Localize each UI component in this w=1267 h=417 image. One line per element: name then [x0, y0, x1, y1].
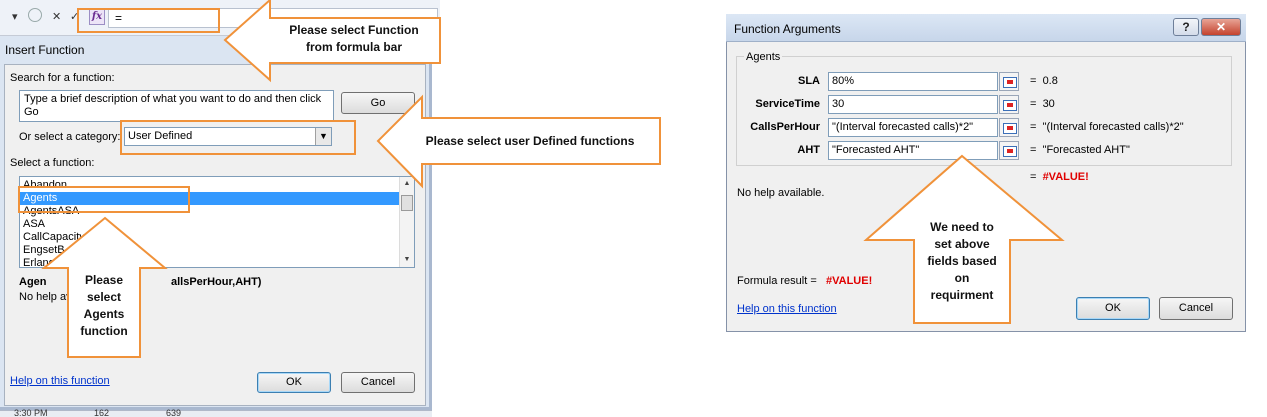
dialog-title: Function Arguments: [734, 22, 841, 36]
callout-line: requirment: [930, 288, 994, 302]
arg-result-value: 30: [1042, 98, 1055, 110]
callout-line: from formula bar: [305, 40, 402, 54]
arg-result-value: 0.8: [1042, 75, 1058, 87]
arg-result-callsperhour: = "(Interval forecasted calls)*2": [1030, 121, 1184, 133]
group-label: Agents: [744, 51, 783, 63]
scroll-down-icon[interactable]: ▼: [400, 253, 414, 267]
collapse-dialog-icon[interactable]: [999, 95, 1019, 114]
cancel-button[interactable]: Cancel: [341, 372, 415, 393]
arg-result-sla: = 0.8: [1030, 75, 1058, 87]
callout-line: fields based: [927, 254, 997, 268]
equals-sign: =: [1030, 75, 1037, 87]
signature-fragment-right: allsPerHour,AHT): [171, 276, 262, 288]
callout-line: on: [954, 271, 970, 285]
arg-result-aht: = "Forecasted AHT": [1030, 144, 1130, 156]
category-label: Or select a category:: [19, 131, 121, 143]
sheet-cell-b: 639: [166, 408, 182, 417]
sheet-cell-a: 162: [94, 408, 110, 417]
callout-line: Please select Function: [289, 23, 419, 37]
callout-line: Please: [84, 273, 124, 287]
arg-name-aht: AHT: [797, 144, 820, 156]
highlight-agents-item: [18, 186, 190, 213]
total-result-value: #VALUE!: [1042, 171, 1089, 183]
scroll-up-icon[interactable]: ▲: [400, 177, 414, 191]
callout-user-defined: Please select user Defined functions: [404, 133, 656, 150]
equals-sign: =: [1030, 171, 1037, 183]
ok-button[interactable]: OK: [257, 372, 331, 393]
callout-fields: We need to set above fields based on req…: [914, 219, 1010, 304]
arg-result-servicetime: = 30: [1030, 98, 1055, 110]
no-help-text: No help available.: [737, 187, 825, 199]
arg-result-value: "(Interval forecasted calls)*2": [1042, 121, 1184, 133]
go-button[interactable]: Go: [341, 92, 415, 114]
arg-input-aht[interactable]: "Forecasted AHT": [828, 141, 998, 160]
collapse-dialog-icon[interactable]: [999, 141, 1019, 160]
list-item[interactable]: ASA: [20, 218, 414, 231]
callout-line: set above: [934, 237, 990, 251]
callout-agents: Please select Agents function: [68, 272, 140, 340]
dialog-title: Insert Function: [5, 43, 85, 57]
scrollbar[interactable]: ▲ ▼: [399, 177, 414, 267]
equals-sign: =: [1030, 98, 1037, 110]
arg-result-value: "Forecasted AHT": [1042, 144, 1130, 156]
collapse-dialog-icon[interactable]: [999, 118, 1019, 137]
highlight-fx-input: [77, 8, 220, 33]
collapse-dialog-icon[interactable]: [999, 72, 1019, 91]
arg-input-servicetime[interactable]: 30: [828, 95, 998, 114]
callout-line: Please select user Defined functions: [425, 134, 635, 148]
help-text-fragment: No help av: [19, 291, 72, 303]
arg-name-callsperhour: CallsPerHour: [750, 121, 820, 133]
callout-line: We need to: [930, 220, 994, 234]
equals-sign: =: [1030, 144, 1037, 156]
sheet-cell-time: 3:30 PM: [14, 408, 48, 417]
arg-name-sla: SLA: [798, 75, 820, 87]
function-total-result: = #VALUE!: [1030, 171, 1089, 183]
callout-line: select: [86, 290, 122, 304]
list-item[interactable]: CallCapacity: [20, 231, 414, 244]
close-icon[interactable]: ✕: [1201, 18, 1241, 36]
help-link[interactable]: Help on this function: [737, 303, 837, 315]
arg-input-callsperhour[interactable]: "(Interval forecasted calls)*2": [828, 118, 998, 137]
select-function-label: Select a function:: [10, 157, 95, 169]
list-item[interactable]: ErlangB: [20, 257, 414, 267]
help-icon[interactable]: ?: [1173, 18, 1199, 36]
arg-input-sla[interactable]: 80%: [828, 72, 998, 91]
search-input[interactable]: Type a brief description of what you wan…: [19, 90, 334, 122]
equals-sign: =: [1030, 121, 1037, 133]
formula-result-label: Formula result =: [737, 275, 817, 287]
highlight-category-select: [120, 120, 356, 155]
formula-result-value: #VALUE!: [826, 275, 873, 287]
name-box-dropdown-icon[interactable]: ▾: [12, 10, 18, 23]
signature-fragment-left: Agen: [19, 276, 47, 288]
ok-button[interactable]: OK: [1076, 297, 1150, 320]
cancel-entry-icon[interactable]: ✕: [52, 10, 61, 23]
sheet-row-strip: 3:30 PM 162 639: [0, 408, 432, 417]
search-label: Search for a function:: [10, 72, 115, 84]
help-link[interactable]: Help on this function: [10, 375, 110, 387]
scroll-thumb[interactable]: [401, 195, 413, 211]
circle-icon: [28, 8, 42, 22]
cancel-button[interactable]: Cancel: [1159, 297, 1233, 320]
arg-name-servicetime: ServiceTime: [755, 98, 820, 110]
callout-line: function: [80, 324, 128, 338]
list-item[interactable]: EngsetB: [20, 244, 414, 257]
callout-formula-bar: Please select Function from formula bar: [266, 22, 442, 56]
callout-line: Agents: [83, 307, 125, 321]
